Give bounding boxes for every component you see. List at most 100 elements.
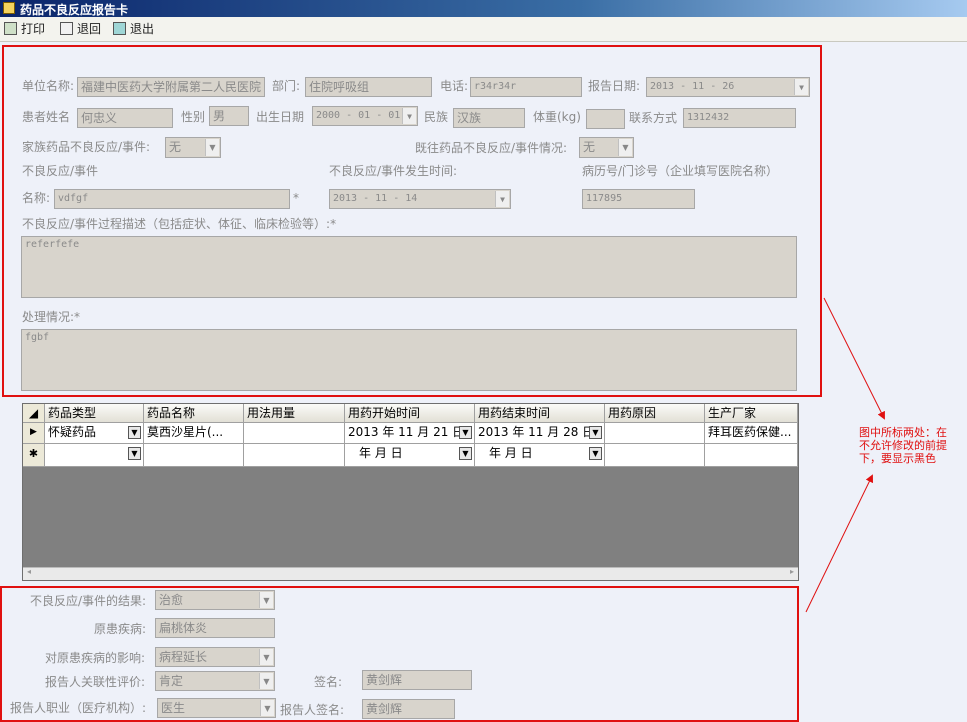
chevron-down-icon[interactable]: ▼ bbox=[128, 426, 141, 439]
adr-time-picker[interactable]: 2013 - 11 - 14 ▼ bbox=[329, 189, 511, 209]
adr-name-label: 名称: bbox=[22, 191, 51, 205]
grid-cell-drug-name[interactable]: 莫西沙星片(... bbox=[144, 423, 244, 444]
grid-header-end-time[interactable]: 用药结束时间 bbox=[475, 404, 605, 423]
disease-label: 原患疾病: bbox=[94, 622, 147, 636]
weight-label: 体重(kg) bbox=[533, 110, 581, 124]
treatment-label: 处理情况:* bbox=[22, 310, 81, 324]
drug-grid[interactable]: ◢ 药品类型 药品名称 用法用量 用药开始时间 用药结束时间 用药原因 生产厂家… bbox=[22, 403, 799, 581]
family-adr-select[interactable]: 无 ▼ bbox=[165, 137, 221, 158]
phone-label: 电话: bbox=[440, 79, 469, 93]
grid-cell-usage[interactable] bbox=[244, 444, 345, 467]
return-icon bbox=[60, 22, 73, 35]
back-button[interactable]: 退回 bbox=[60, 20, 101, 38]
exit-button[interactable]: 退出 bbox=[113, 20, 154, 38]
impact-select[interactable]: 病程延长 ▼ bbox=[155, 647, 275, 667]
printer-icon bbox=[4, 22, 17, 35]
chevron-down-icon[interactable]: ▼ bbox=[589, 447, 602, 460]
description-textarea[interactable]: referfefe bbox=[21, 236, 797, 298]
disease-field[interactable]: 扁桃体炎 bbox=[155, 618, 275, 638]
grid-cell-reason[interactable] bbox=[605, 423, 705, 444]
reporter-sign-field[interactable]: 黄剑辉 bbox=[362, 699, 455, 719]
patient-name-field[interactable]: 何忠义 bbox=[77, 108, 173, 128]
print-button[interactable]: 打印 bbox=[4, 20, 45, 38]
history-adr-select[interactable]: 无 ▼ bbox=[579, 137, 634, 158]
scroll-left-icon[interactable]: ◂ bbox=[27, 567, 31, 576]
grid-select-all[interactable]: ◢ bbox=[23, 404, 45, 423]
weight-field[interactable] bbox=[586, 109, 625, 129]
unit-field[interactable]: 福建中医药大学附属第二人民医院 bbox=[77, 77, 265, 97]
birth-date-picker[interactable]: 2000 - 01 - 01 ▼ bbox=[312, 106, 418, 126]
grid-header-usage[interactable]: 用法用量 bbox=[244, 404, 345, 423]
grid-cell-end-time[interactable]: 2013 年 11 月 28 日 ▼ bbox=[475, 423, 605, 444]
grid-cell-start-time[interactable]: 年 月 日 ▼ bbox=[345, 444, 475, 467]
new-row-icon[interactable]: ✱ bbox=[23, 444, 45, 467]
reporter-sign-label: 报告人签名: bbox=[280, 703, 345, 717]
patient-label: 患者姓名 bbox=[22, 110, 71, 124]
app-icon bbox=[3, 2, 15, 14]
chevron-down-icon[interactable]: ▼ bbox=[205, 139, 219, 156]
chevron-down-icon[interactable]: ▼ bbox=[459, 426, 472, 439]
record-number-field[interactable]: 117895 bbox=[582, 189, 695, 209]
gender-field[interactable]: 男 bbox=[209, 106, 249, 126]
adr-label: 不良反应/事件 bbox=[22, 164, 99, 178]
job-label: 报告人职业（医疗机构）: bbox=[10, 701, 147, 715]
horizontal-scrollbar[interactable]: ◂ ▸ bbox=[23, 567, 798, 580]
job-select[interactable]: 医生 ▼ bbox=[157, 698, 276, 718]
report-date-label: 报告日期: bbox=[588, 79, 641, 93]
row-indicator-icon[interactable]: ▶ bbox=[23, 423, 45, 444]
chevron-down-icon[interactable]: ▼ bbox=[402, 108, 416, 124]
sign-field[interactable]: 黄剑辉 bbox=[362, 670, 472, 690]
grid-cell-manufacturer[interactable] bbox=[705, 444, 798, 467]
unit-label: 单位名称: bbox=[22, 79, 75, 93]
phone-field[interactable]: r34r34r bbox=[470, 77, 582, 97]
toolbar: 打印 退回 退出 bbox=[0, 17, 967, 42]
ethnic-label: 民族 bbox=[424, 110, 449, 124]
treatment-textarea[interactable]: fgbf bbox=[21, 329, 797, 391]
dept-field[interactable]: 住院呼吸组 bbox=[305, 77, 432, 97]
report-date-picker[interactable]: 2013 - 11 - 26 ▼ bbox=[646, 77, 810, 97]
grid-header-drug-type[interactable]: 药品类型 bbox=[45, 404, 144, 423]
grid-cell-drug-type[interactable]: 怀疑药品 ▼ bbox=[45, 423, 144, 444]
grid-header-manufacturer[interactable]: 生产厂家 bbox=[705, 404, 798, 423]
annotation-note: 图中所标两处：在 不允许修改的前提 下，要显示黑色 bbox=[859, 426, 947, 465]
arrow-to-bottom-box bbox=[805, 474, 873, 613]
gender-label: 性别 bbox=[181, 110, 206, 124]
chevron-down-icon[interactable]: ▼ bbox=[495, 191, 509, 207]
contact-field[interactable]: 1312432 bbox=[683, 108, 796, 128]
grid-cell-drug-name[interactable] bbox=[144, 444, 244, 467]
chevron-down-icon[interactable]: ▼ bbox=[618, 139, 632, 156]
grid-header-drug-name[interactable]: 药品名称 bbox=[144, 404, 244, 423]
grid-cell-start-time[interactable]: 2013 年 11 月 21 日 ▼ bbox=[345, 423, 475, 444]
grid-cell-manufacturer[interactable]: 拜耳医药保健... bbox=[705, 423, 798, 444]
dept-label: 部门: bbox=[272, 79, 301, 93]
grid-header-reason[interactable]: 用药原因 bbox=[605, 404, 705, 423]
arrow-to-top-box bbox=[823, 297, 885, 420]
chevron-down-icon[interactable]: ▼ bbox=[259, 673, 273, 689]
grid-cell-end-time[interactable]: 年 月 日 ▼ bbox=[475, 444, 605, 467]
window-title: 药品不良反应报告卡 bbox=[20, 3, 129, 17]
chevron-down-icon[interactable]: ▼ bbox=[794, 79, 808, 95]
evaluation-select[interactable]: 肯定 ▼ bbox=[155, 671, 275, 691]
chevron-down-icon[interactable]: ▼ bbox=[459, 447, 472, 460]
adr-name-field[interactable]: vdfgf bbox=[54, 189, 290, 209]
ethnic-field[interactable]: 汉族 bbox=[453, 108, 525, 128]
grid-cell-drug-type[interactable]: ▼ bbox=[45, 444, 144, 467]
birth-label: 出生日期 bbox=[256, 110, 305, 124]
required-mark: * bbox=[293, 191, 299, 205]
outcome-label: 不良反应/事件的结果: bbox=[30, 594, 147, 608]
history-adr-label: 既往药品不良反应/事件情况: bbox=[415, 141, 568, 155]
chevron-down-icon[interactable]: ▼ bbox=[259, 592, 273, 608]
grid-header-start-time[interactable]: 用药开始时间 bbox=[345, 404, 475, 423]
title-bar: 药品不良反应报告卡 bbox=[0, 0, 967, 17]
chevron-down-icon[interactable]: ▼ bbox=[128, 447, 141, 460]
grid-cell-reason[interactable] bbox=[605, 444, 705, 467]
adr-time-label: 不良反应/事件发生时间: bbox=[329, 164, 458, 178]
chevron-down-icon[interactable]: ▼ bbox=[589, 426, 602, 439]
chevron-down-icon[interactable]: ▼ bbox=[259, 649, 273, 665]
description-label: 不良反应/事件过程描述（包括症状、体征、临床检验等）:* bbox=[22, 217, 337, 231]
contact-label: 联系方式 bbox=[629, 111, 678, 125]
chevron-down-icon[interactable]: ▼ bbox=[260, 700, 274, 716]
outcome-select[interactable]: 治愈 ▼ bbox=[155, 590, 275, 610]
grid-cell-usage[interactable] bbox=[244, 423, 345, 444]
scroll-right-icon[interactable]: ▸ bbox=[790, 567, 794, 576]
